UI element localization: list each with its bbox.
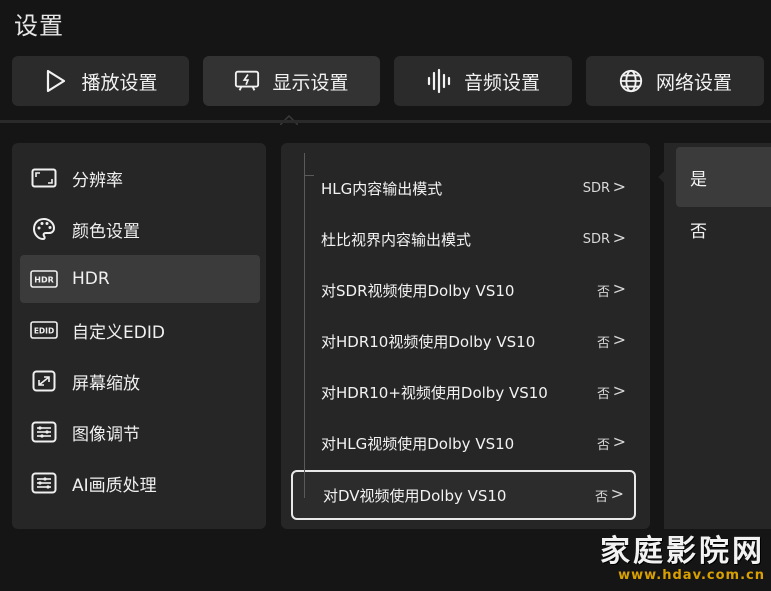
expand-icon xyxy=(30,369,58,393)
option-label: 杜比视界内容输出模式 xyxy=(321,230,472,249)
tab-label: 网络设置 xyxy=(655,71,732,94)
tab-display-settings[interactable]: 显示设置 xyxy=(203,56,380,106)
option-dolby-vision-output-mode[interactable]: 杜比视界内容输出模式 SDR > xyxy=(291,216,636,262)
choice-panel: 是 否 xyxy=(664,143,771,529)
divider xyxy=(0,120,771,123)
option-label: HLG内容输出模式 xyxy=(321,179,443,198)
globe-icon xyxy=(618,68,644,94)
chevron-right-icon: > xyxy=(612,330,626,349)
option-hdr10-dolby-vs10[interactable]: 对HDR10视频使用Dolby VS10 否 > xyxy=(291,318,636,364)
sidebar-item-label: 分辨率 xyxy=(72,170,123,191)
option-value: 否 xyxy=(596,437,610,453)
chevron-right-icon: > xyxy=(612,279,626,298)
option-hlg-dolby-vs10[interactable]: 对HLG视频使用Dolby VS10 否 > xyxy=(291,420,636,466)
watermark: 家庭影院网 www.hdav.com.cn xyxy=(600,526,765,583)
hdr-icon: HDR xyxy=(30,267,58,291)
sidebar-item-color-settings[interactable]: 颜色设置 xyxy=(20,205,260,253)
tab-network-settings[interactable]: 网络设置 xyxy=(586,56,764,106)
resolution-icon xyxy=(30,166,58,190)
tab-label: 音频设置 xyxy=(463,71,540,94)
tab-audio-settings[interactable]: 音频设置 xyxy=(394,56,572,106)
option-label: 对DV视频使用Dolby VS10 xyxy=(323,486,507,505)
option-label: 对SDR视频使用Dolby VS10 xyxy=(321,281,515,300)
choice-label: 是 xyxy=(690,169,707,190)
palette-icon xyxy=(30,217,58,241)
sidebar-item-custom-edid[interactable]: EDID 自定义EDID xyxy=(20,306,260,354)
watermark-title: 家庭影院网 xyxy=(600,534,765,569)
option-label: 对HDR10+视频使用Dolby VS10 xyxy=(321,383,548,402)
sidebar-item-ai-quality[interactable]: AI画质处理 xyxy=(20,459,260,507)
option-label: 对HLG视频使用Dolby VS10 xyxy=(321,434,515,453)
watermark-url: www.hdav.com.cn xyxy=(618,568,765,583)
ai-sliders-icon xyxy=(30,471,58,495)
sidebar-item-resolution[interactable]: 分辨率 xyxy=(20,154,260,202)
option-label: 对HDR10视频使用Dolby VS10 xyxy=(321,332,536,351)
tree-branch xyxy=(304,175,314,176)
option-value: 否 xyxy=(594,489,608,505)
choice-label: 否 xyxy=(690,221,707,242)
svg-text:HDR: HDR xyxy=(34,276,54,285)
tab-label: 播放设置 xyxy=(81,71,158,94)
sidebar-item-hdr[interactable]: HDR HDR xyxy=(20,255,260,303)
chevron-right-icon: > xyxy=(612,432,626,451)
sliders-icon xyxy=(30,420,58,444)
sidebar-item-label: HDR xyxy=(72,269,110,289)
hdr-options-panel: HLG内容输出模式 SDR > 杜比视界内容输出模式 SDR > 对SDR视频使… xyxy=(281,143,650,529)
chevron-right-icon: > xyxy=(612,228,626,247)
sidebar-item-label: 颜色设置 xyxy=(72,221,140,242)
sidebar-item-image-adjust[interactable]: 图像调节 xyxy=(20,408,260,456)
option-value: 否 xyxy=(596,386,610,402)
sidebar-item-label: 图像调节 xyxy=(72,424,140,445)
option-value: 否 xyxy=(596,335,610,351)
sidebar-item-label: 屏幕缩放 xyxy=(72,373,140,394)
edid-icon: EDID xyxy=(30,318,58,342)
sidebar-item-label: 自定义EDID xyxy=(72,322,165,343)
chevron-right-icon: > xyxy=(612,177,626,196)
option-sdr-dolby-vs10[interactable]: 对SDR视频使用Dolby VS10 否 > xyxy=(291,267,636,313)
chevron-right-icon: > xyxy=(610,484,624,503)
sidebar-menu: 分辨率 颜色设置 HDR HDR EDID 自定义EDID 屏幕缩放 图像调节 … xyxy=(12,143,266,529)
audio-wave-icon xyxy=(426,68,452,94)
chevron-right-icon: > xyxy=(612,381,626,400)
option-hlg-output-mode[interactable]: HLG内容输出模式 SDR > xyxy=(291,165,636,211)
tab-playback-settings[interactable]: 播放设置 xyxy=(12,56,189,106)
choice-yes[interactable]: 是 xyxy=(676,147,771,207)
option-dv-dolby-vs10[interactable]: 对DV视频使用Dolby VS10 否 > xyxy=(291,470,636,520)
option-hdr10plus-dolby-vs10[interactable]: 对HDR10+视频使用Dolby VS10 否 > xyxy=(291,369,636,415)
svg-text:EDID: EDID xyxy=(34,327,54,336)
sidebar-item-label: AI画质处理 xyxy=(72,475,157,496)
top-tab-bar: 播放设置 显示设置 音频设置 网络设置 xyxy=(0,0,771,125)
display-icon xyxy=(234,68,260,94)
option-value: 否 xyxy=(596,284,610,300)
option-value: SDR xyxy=(582,180,610,196)
option-value: SDR xyxy=(582,231,610,247)
tab-label: 显示设置 xyxy=(272,71,349,94)
tree-connector xyxy=(304,153,305,498)
play-icon xyxy=(43,68,69,94)
choice-no[interactable]: 否 xyxy=(676,199,771,259)
sidebar-item-screen-zoom[interactable]: 屏幕缩放 xyxy=(20,357,260,405)
